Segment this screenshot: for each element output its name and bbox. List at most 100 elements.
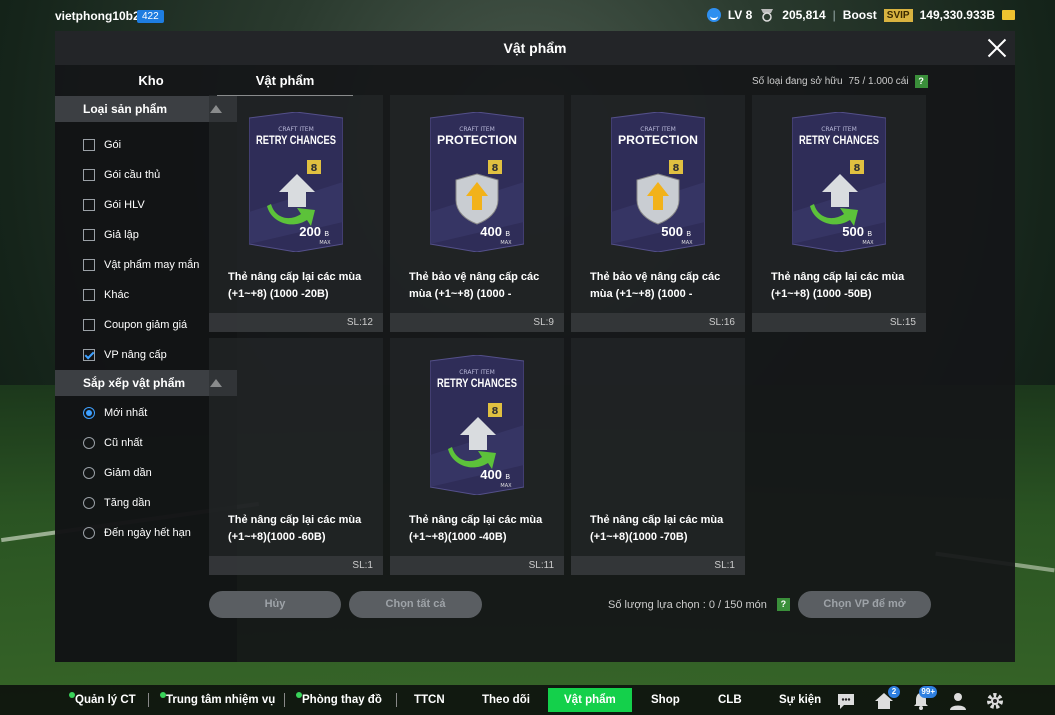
user-id-badge: 422 — [137, 10, 164, 23]
home-icon[interactable]: 2 — [874, 686, 900, 711]
item-card-art: CRAFT ITEMRETRY CHANCES 8 200 B MAX — [249, 112, 343, 252]
card-value: 400 — [480, 467, 502, 482]
checkbox[interactable] — [83, 349, 95, 361]
item-card-art: CRAFT ITEMPROTECTION 8 500 B MAX — [611, 112, 705, 252]
category-option-label: Gói — [104, 139, 122, 151]
radio-button[interactable] — [83, 497, 95, 509]
nav-item[interactable]: CLB — [718, 685, 742, 715]
item-card[interactable]: CRAFT ITEM RETRY CHANCES 8 200 B MAX Thẻ nâng … — [209, 95, 383, 332]
bottom-nav: 2 99+ Quản lý CT Trung tâm nhiệm vụ Phòng … — [0, 685, 1055, 715]
checkbox[interactable] — [83, 139, 95, 151]
checkbox[interactable] — [83, 169, 95, 181]
item-quantity: SL:1 — [209, 556, 383, 575]
item-name: Thẻ bảo vệ nâng cấp các mùa (+1~+8) (100… — [590, 271, 721, 300]
card-unit: B — [686, 231, 691, 238]
item-quantity: SL:11 — [390, 556, 564, 575]
open-items-button[interactable]: Chọn VP để mở — [798, 591, 931, 618]
owned-value: 75 / 1.000 cái — [848, 76, 909, 87]
item-card[interactable]: CRAFT ITEM RETRY CHANCES 8 500 B MAX Thẻ nâng … — [752, 95, 926, 332]
item-card[interactable]: CRAFT ITEM RETRY CHANCES 8 400 B MAX Thẻ nâng … — [390, 338, 564, 575]
nav-item-label: Shop — [651, 694, 680, 706]
level-badge-text: 8 — [854, 163, 861, 174]
nav-item[interactable]: Vật phẩm — [548, 688, 632, 712]
level-badge-text: 8 — [311, 163, 318, 174]
card-max-label: MAX — [500, 240, 512, 246]
svip-badge[interactable]: SVIP — [883, 8, 913, 22]
nav-item[interactable]: Sự kiện — [779, 685, 821, 715]
bell-icon[interactable]: 99+ — [911, 686, 937, 711]
tab-bar: Kho Vật phẩm — [55, 65, 355, 96]
modal-title: Vật phẩm — [503, 40, 567, 56]
radio-button[interactable] — [83, 527, 95, 539]
radio-button[interactable] — [83, 467, 95, 479]
item-card[interactable]: CRAFT ITEM PROTECTION 8 500 B MAX Thẻ bảo vệ n… — [571, 95, 745, 332]
category-option-label: Gói HLV — [104, 199, 145, 211]
category-option-label: Khác — [104, 289, 130, 301]
new-indicator-dot — [160, 692, 166, 698]
help-icon[interactable]: ? — [914, 75, 928, 88]
nav-divider — [396, 693, 397, 707]
craft-item-label: CRAFT ITEM — [459, 369, 495, 376]
nav-item[interactable]: Theo dõi — [482, 685, 530, 715]
currency-bar: LV 8 205,814 | Boost SVIP 149,330.933B — [706, 8, 1015, 22]
card-max-label: MAX — [500, 483, 512, 489]
card-type-label: PROTECTION — [437, 133, 517, 147]
cancel-button[interactable]: Hủy — [209, 591, 341, 618]
category-option-label: Gói cầu thủ — [104, 169, 161, 181]
settings-gear-icon[interactable] — [985, 691, 1005, 711]
checkbox[interactable] — [83, 289, 95, 301]
item-card[interactable]: Thẻ nâng cấp lại các mùa (+1~+8)(1000 -7… — [571, 338, 745, 575]
card-max-label: MAX — [862, 240, 874, 246]
radio-button[interactable] — [83, 437, 95, 449]
card-unit: B — [505, 231, 510, 238]
card-type-label: RETRY CHANCES — [437, 376, 517, 390]
select-all-button[interactable]: Chọn tất cả — [349, 591, 482, 618]
radio-button[interactable] — [83, 407, 95, 419]
nav-item[interactable]: Trung tâm nhiệm vụ — [160, 685, 275, 715]
item-name: Thẻ nâng cấp lại các mùa (+1~+8)(1000 -7… — [590, 514, 724, 543]
new-indicator-dot — [296, 692, 302, 698]
item-quantity: SL:1 — [571, 556, 745, 575]
checkbox[interactable] — [83, 229, 95, 241]
category-option-label: VP nâng cấp — [104, 349, 167, 361]
owned-label: Số loại đang sở hữu — [752, 76, 843, 87]
checkbox[interactable] — [83, 259, 95, 271]
craft-item-label: CRAFT ITEM — [278, 126, 314, 133]
profile-icon[interactable] — [948, 691, 968, 711]
tab-vat-pham[interactable]: Vật phẩm — [217, 65, 353, 96]
nav-divider — [148, 693, 149, 707]
category-option-label: Vật phẩm may mắn — [104, 259, 200, 271]
tab-kho[interactable]: Kho — [83, 65, 219, 96]
card-type-label: RETRY CHANCES — [256, 133, 336, 147]
card-max-label: MAX — [681, 240, 693, 246]
craft-item-label: CRAFT ITEM — [640, 126, 676, 133]
chat-icon[interactable] — [836, 691, 856, 711]
nav-item[interactable]: TTCN — [414, 685, 445, 715]
card-value: 500 — [661, 224, 683, 239]
selection-count-label: Số lượng lựa chọn : 0 / 150 món — [608, 598, 767, 611]
nav-item[interactable]: Phòng thay đồ — [296, 685, 382, 715]
nav-item-label: Sự kiện — [779, 694, 822, 706]
item-card-art: CRAFT ITEMPROTECTION 8 400 B MAX — [430, 112, 524, 252]
item-card[interactable]: Thẻ nâng cấp lại các mùa (+1~+8)(1000 -6… — [209, 338, 383, 575]
boost-label: Boost — [842, 8, 877, 22]
nav-divider — [284, 693, 285, 707]
sort-option-label: Cũ nhất — [104, 437, 143, 449]
medal-count: 205,814 — [782, 8, 826, 22]
card-unit: B — [867, 231, 872, 238]
nav-item[interactable]: Quản lý CT — [69, 685, 136, 715]
sort-option-label: Mới nhất — [104, 407, 148, 419]
item-card-art: CRAFT ITEMRETRY CHANCES 8 500 B MAX — [792, 112, 886, 252]
username: vietphong10b2 — [55, 9, 140, 23]
owned-count: Số loại đang sở hữu 75 / 1.000 cái ? — [752, 75, 928, 88]
nav-item-label: Quản lý CT — [75, 694, 136, 706]
close-icon[interactable] — [987, 38, 1007, 58]
item-quantity: SL:16 — [571, 313, 745, 332]
item-card[interactable]: CRAFT ITEM PROTECTION 8 400 B MAX Thẻ bảo vệ n… — [390, 95, 564, 332]
help-icon[interactable]: ? — [776, 598, 790, 611]
nav-item[interactable]: Shop — [651, 685, 680, 715]
checkbox[interactable] — [83, 199, 95, 211]
checkbox[interactable] — [83, 319, 95, 331]
level-label: LV 8 — [727, 8, 753, 22]
item-quantity: SL:15 — [752, 313, 926, 332]
